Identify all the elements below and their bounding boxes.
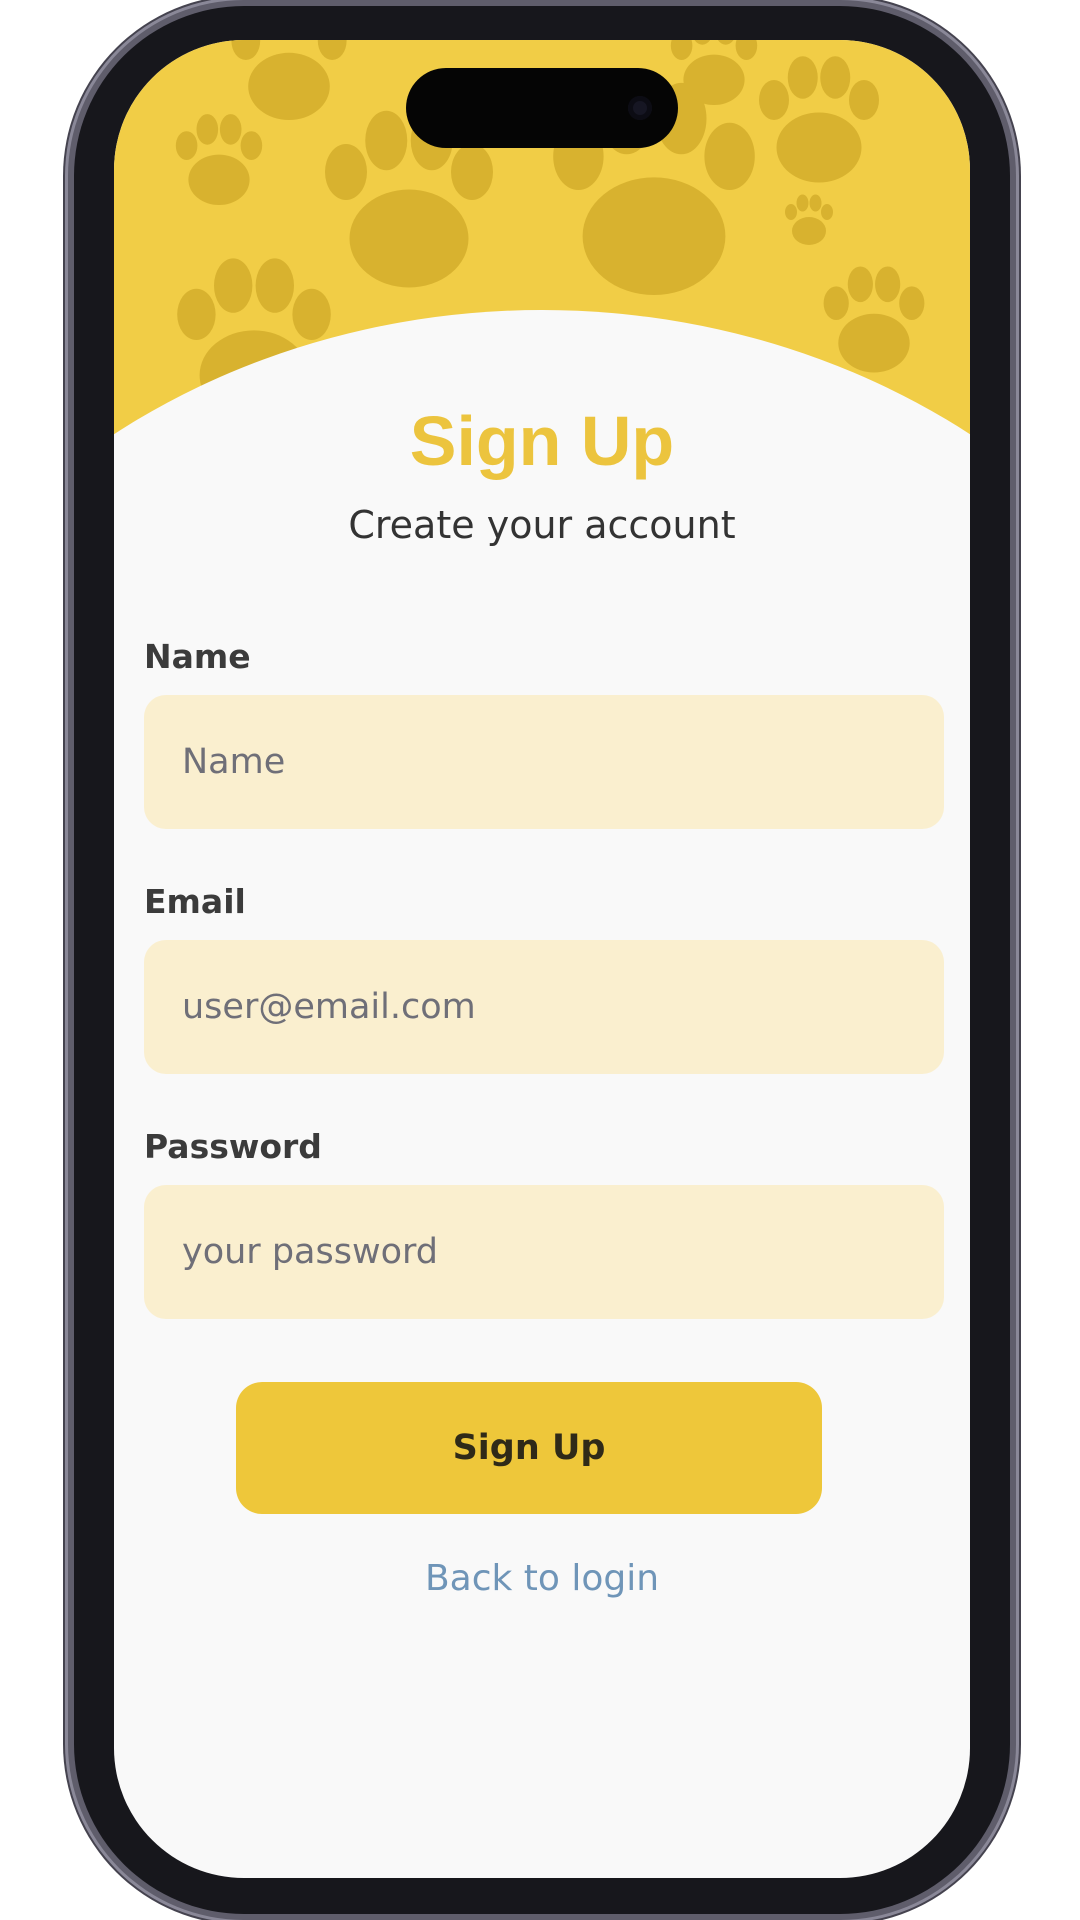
signup-form-screen: Sign Up Create your account Name Email P… [114, 40, 970, 1878]
back-to-login-link[interactable]: Back to login [114, 1558, 970, 1599]
device-mockup-page: Sign Up Create your account Name Email P… [0, 0, 1080, 1920]
email-input[interactable] [180, 986, 944, 1028]
volume-up-button [66, 520, 73, 660]
sign-up-button[interactable]: Sign Up [236, 1382, 822, 1514]
action-button [66, 380, 73, 450]
page-title: Sign Up [409, 402, 675, 480]
name-field-container [144, 695, 944, 829]
email-label: Email [144, 882, 246, 921]
password-input[interactable] [180, 1231, 944, 1273]
phone-screen: Sign Up Create your account Name Email P… [114, 40, 970, 1878]
name-input[interactable] [180, 741, 944, 783]
volume-down-button [66, 705, 73, 845]
email-field-container [144, 940, 944, 1074]
password-label: Password [144, 1127, 322, 1166]
name-label: Name [144, 637, 251, 676]
password-field-container [144, 1185, 944, 1319]
page-subtitle: Create your account [348, 503, 736, 547]
